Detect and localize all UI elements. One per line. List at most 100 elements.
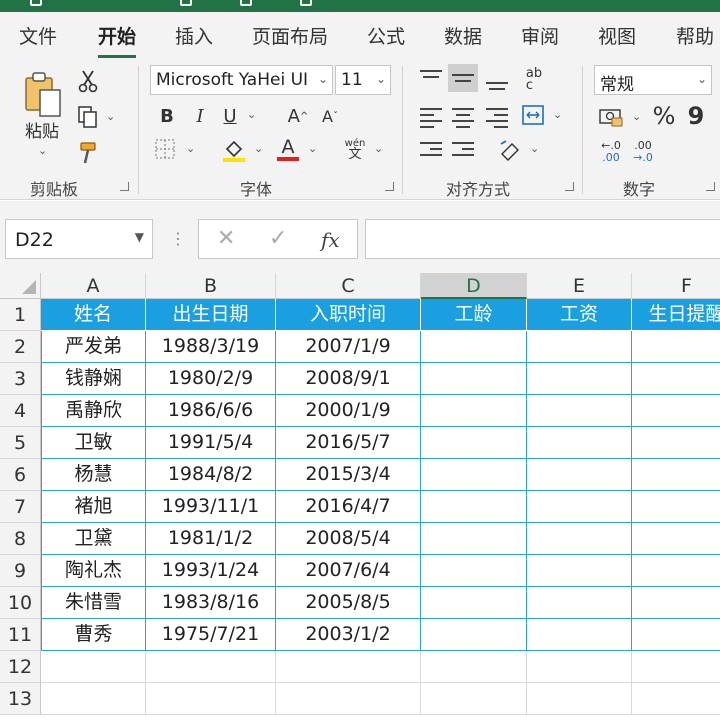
orientation-icon[interactable]: ab c [520, 66, 548, 94]
table-cell[interactable] [527, 523, 632, 555]
align-left-icon[interactable] [420, 108, 442, 132]
table-cell[interactable] [421, 459, 527, 491]
bold-button[interactable]: B [155, 103, 179, 129]
table-cell[interactable] [632, 459, 720, 491]
table-cell[interactable]: 卫敏 [41, 427, 146, 459]
column-header-f[interactable]: F [632, 273, 720, 299]
empty-cell[interactable] [41, 651, 146, 683]
number-format-select[interactable]: 常规 ⌄ [594, 65, 712, 95]
decrease-font-button[interactable]: Aˇ [318, 103, 342, 129]
comma-style-button[interactable]: 9 [684, 102, 708, 130]
column-header-a[interactable]: A [41, 273, 146, 299]
font-color-icon[interactable]: A [274, 134, 302, 164]
table-cell[interactable]: 褚旭 [41, 491, 146, 523]
table-cell[interactable]: 1975/7/21 [146, 619, 276, 651]
font-color-dropdown-icon[interactable]: ⌄ [308, 142, 317, 155]
table-cell[interactable] [527, 363, 632, 395]
quick-access-icon[interactable] [240, 0, 252, 6]
empty-cell[interactable] [421, 651, 527, 683]
phonetic-dropdown-icon[interactable]: ⌄ [374, 142, 383, 155]
wrap-text-icon[interactable] [496, 136, 524, 164]
table-cell[interactable] [421, 619, 527, 651]
align-middle-button[interactable] [448, 64, 478, 92]
align-center-icon[interactable] [452, 108, 474, 132]
row-header-5[interactable]: 5 [0, 427, 41, 459]
table-cell[interactable] [632, 555, 720, 587]
table-cell[interactable] [421, 587, 527, 619]
table-cell[interactable] [632, 491, 720, 523]
italic-button[interactable]: I [188, 103, 212, 129]
select-all-button[interactable] [0, 273, 41, 299]
table-cell[interactable] [527, 619, 632, 651]
border-dropdown-icon[interactable]: ⌄ [186, 142, 195, 155]
table-cell[interactable] [421, 395, 527, 427]
insert-function-icon[interactable]: fx [321, 228, 340, 252]
row-header-4[interactable]: 4 [0, 395, 41, 427]
table-cell[interactable] [632, 395, 720, 427]
table-cell[interactable] [632, 363, 720, 395]
quick-access-icon[interactable] [300, 0, 312, 6]
clipboard-launcher-icon[interactable] [120, 182, 129, 191]
tab-view[interactable]: 视图 [598, 22, 636, 49]
column-header-c[interactable]: C [276, 273, 421, 299]
empty-cell[interactable] [632, 683, 720, 715]
underline-dropdown-icon[interactable]: ⌄ [247, 108, 256, 121]
align-top-icon[interactable] [420, 70, 442, 88]
empty-cell[interactable] [146, 683, 276, 715]
table-header-cell[interactable]: 姓名 [41, 299, 146, 331]
table-cell[interactable]: 1993/11/1 [146, 491, 276, 523]
save-icon[interactable] [30, 0, 42, 6]
table-header-cell[interactable]: 出生日期 [146, 299, 276, 331]
row-header-3[interactable]: 3 [0, 363, 41, 395]
table-cell[interactable]: 1993/1/24 [146, 555, 276, 587]
table-cell[interactable]: 杨慧 [41, 459, 146, 491]
phonetic-icon[interactable]: wén 文 [340, 134, 370, 164]
cut-icon[interactable] [76, 68, 100, 94]
row-header-2[interactable]: 2 [0, 331, 41, 363]
table-cell[interactable] [421, 363, 527, 395]
table-cell[interactable] [527, 491, 632, 523]
tab-help[interactable]: 帮助 [676, 22, 714, 49]
table-cell[interactable] [632, 331, 720, 363]
empty-cell[interactable] [632, 651, 720, 683]
table-cell[interactable] [527, 331, 632, 363]
row-header-11[interactable]: 11 [0, 619, 41, 651]
formula-bar-grip-icon[interactable]: ⋮ [170, 229, 186, 248]
empty-cell[interactable] [146, 651, 276, 683]
table-cell[interactable] [527, 395, 632, 427]
table-cell[interactable] [421, 491, 527, 523]
name-box[interactable]: D22 ▼ [5, 219, 153, 259]
table-cell[interactable] [421, 427, 527, 459]
table-cell[interactable]: 2008/5/4 [276, 523, 421, 555]
table-cell[interactable] [632, 587, 720, 619]
tab-file[interactable]: 文件 [19, 22, 57, 49]
row-header-10[interactable]: 10 [0, 587, 41, 619]
fill-color-dropdown-icon[interactable]: ⌄ [254, 142, 263, 155]
formula-input[interactable] [365, 219, 720, 259]
table-cell[interactable] [527, 459, 632, 491]
empty-cell[interactable] [41, 683, 146, 715]
table-cell[interactable] [527, 427, 632, 459]
alignment-launcher-icon[interactable] [565, 182, 574, 191]
table-cell[interactable]: 1991/5/4 [146, 427, 276, 459]
table-cell[interactable]: 1984/8/2 [146, 459, 276, 491]
paste-dropdown-icon[interactable]: ⌄ [38, 144, 47, 157]
font-size-select[interactable]: 11 ⌄ [335, 65, 391, 95]
increase-font-button[interactable]: A ^ [286, 103, 310, 129]
empty-cell[interactable] [527, 683, 632, 715]
table-cell[interactable]: 严发弟 [41, 331, 146, 363]
tab-home[interactable]: 开始 [98, 22, 137, 58]
row-header-13[interactable]: 13 [0, 683, 41, 715]
table-cell[interactable]: 1980/2/9 [146, 363, 276, 395]
row-header-7[interactable]: 7 [0, 491, 41, 523]
table-header-cell[interactable]: 生日提醒 [632, 299, 720, 331]
table-cell[interactable] [632, 427, 720, 459]
cancel-icon[interactable]: ✕ [217, 226, 235, 251]
format-painter-icon[interactable] [76, 140, 100, 166]
align-right-icon[interactable] [486, 108, 508, 132]
enter-icon[interactable]: ✓ [269, 226, 287, 251]
underline-button[interactable]: U [218, 103, 242, 129]
decrease-decimal-icon[interactable]: .00 →.0 [628, 138, 658, 166]
table-cell[interactable]: 陶礼杰 [41, 555, 146, 587]
font-launcher-icon[interactable] [385, 182, 394, 191]
